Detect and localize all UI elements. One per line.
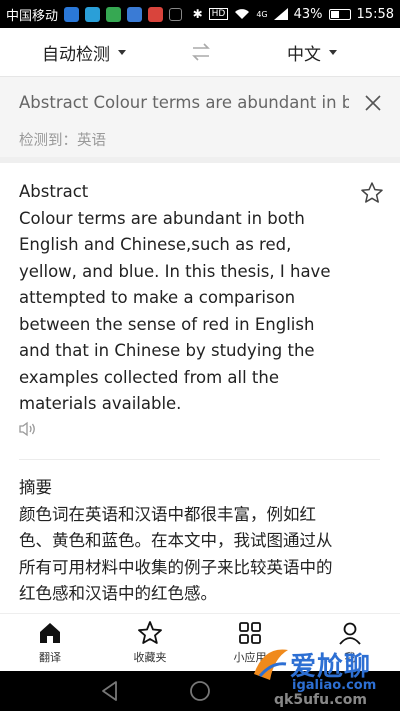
clock: 15:58	[356, 6, 394, 22]
detected-label: 检测到：	[19, 133, 77, 149]
translation-result: Abstract Colour terms are abundant in bo…	[0, 163, 400, 613]
chevron-down-icon	[329, 49, 337, 55]
watermark-url-secondary: qk5ufu.com	[274, 692, 367, 708]
chevron-down-icon	[118, 49, 126, 55]
tab-label: 翻译	[39, 651, 61, 664]
grid-icon	[239, 622, 261, 644]
notification-app-icon	[64, 6, 80, 22]
target-language-label: 中文	[287, 44, 321, 65]
speaker-icon[interactable]	[19, 421, 37, 437]
network-type: 4G	[256, 9, 268, 19]
swap-languages-icon[interactable]	[190, 42, 212, 62]
detected-language: 检测到：英语	[19, 129, 106, 150]
watermark-logo	[254, 649, 288, 680]
home-icon	[40, 623, 60, 643]
battery-percent: 43%	[293, 6, 323, 22]
close-icon[interactable]	[363, 93, 383, 113]
notification-app-icon	[106, 6, 122, 22]
source-language-label: 自动检测	[42, 44, 110, 65]
status-bar: 中国移动 ✱ HD 4G 43% 15:58	[0, 0, 400, 28]
source-language-selector[interactable]: 自动检测	[42, 40, 126, 65]
language-bar: 自动检测 中文	[0, 28, 400, 76]
source-text-input[interactable]: Abstract Colour terms are abundant in bo…	[19, 93, 349, 112]
tab-label: 收藏夹	[133, 651, 167, 664]
bluetooth-icon: ✱	[192, 7, 203, 21]
target-language-selector[interactable]: 中文	[287, 40, 337, 65]
original-text: Abstract Colour terms are abundant in bo…	[19, 182, 331, 413]
notification-app-icon	[148, 6, 164, 22]
back-icon[interactable]	[98, 679, 122, 703]
more-notifications-icon	[169, 7, 183, 21]
input-area[interactable]: Abstract Colour terms are abundant in bo…	[0, 77, 400, 157]
watermark-url: igaliao.com	[292, 678, 377, 693]
signal-icon	[273, 8, 288, 20]
detected-language-value: 英语	[77, 133, 106, 149]
hd-icon: HD	[208, 8, 229, 20]
notification-app-icon	[127, 6, 143, 22]
home-button-icon[interactable]	[188, 679, 212, 703]
battery-icon	[328, 8, 351, 20]
person-icon	[339, 622, 361, 645]
carrier-name: 中国移动	[6, 8, 59, 24]
notification-app-icon	[85, 6, 101, 22]
tab-translate[interactable]: 翻译	[0, 614, 100, 671]
wifi-icon	[235, 9, 250, 19]
star-icon	[138, 621, 162, 644]
divider	[19, 459, 380, 460]
tab-favorites[interactable]: 收藏夹	[100, 614, 200, 671]
star-icon[interactable]	[360, 181, 384, 205]
translated-text: 摘要 颜色词在英语和汉语中都很丰富，例如红 色、黄色和蓝色。在本文中，我试图通过…	[19, 478, 333, 603]
